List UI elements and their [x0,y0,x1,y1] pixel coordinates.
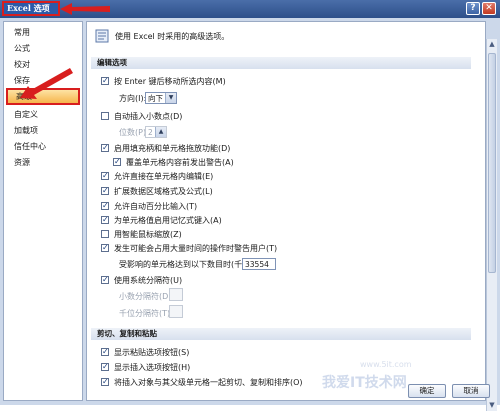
option-cut-copy-sort[interactable]: ✓ 将插入对象与其父级单元格一起剪切、复制和排序(O) [101,378,303,388]
ok-button[interactable]: 确定 [408,384,446,398]
direct-edit-checkbox[interactable]: ✓ [101,172,109,180]
option-paste-options[interactable]: ✓ 显示粘贴选项按钮(S) [101,348,189,358]
vertical-scrollbar[interactable]: ▲ ▼ [486,39,497,411]
sidebar-item-resources[interactable]: 资源 [6,156,80,169]
option-extend-formats[interactable]: ✓ 扩展数据区域格式及公式(L) [101,187,213,197]
sidebar-item-label: 资源 [14,158,30,167]
window-title: Excel 选项 [2,1,60,16]
cells-affected-input[interactable]: 33554 [242,258,276,270]
cut-copy-sort-checkbox[interactable]: ✓ [101,378,109,386]
options-dialog: 常用 公式 校对 保存 高级 自定义 加载项 信任中心 资源 使用 Excel … [0,18,500,411]
alert-slow-checkbox[interactable]: ✓ [101,244,109,252]
direction-label: 方向(I): [119,94,147,103]
advanced-options-icon [95,29,109,43]
sidebar-item-customize[interactable]: 自定义 [6,108,80,121]
option-intellimouse[interactable]: 用智能鼠标缩放(Z) [101,230,182,240]
sidebar-item-popular[interactable]: 常用 [6,26,80,39]
option-enter-move[interactable]: ✓ 按 Enter 键后移动所选内容(M) [101,77,226,87]
option-alert-slow[interactable]: ✓ 发生可能会占用大量时间的操作时警告用户(T) [101,244,277,254]
help-button[interactable]: ? [466,2,480,15]
decimal-places-spinner[interactable]: 2 ▲ [145,126,167,138]
cells-affected-label: 受影响的单元格达到以下数目时(千)(U): [119,260,261,269]
option-direct-edit[interactable]: ✓ 允许直接在单元格内编辑(E) [101,172,213,182]
system-separators-checkbox[interactable]: ✓ [101,276,109,284]
panel-title: 使用 Excel 时采用的高级选项。 [115,32,230,41]
scrollbar-thumb[interactable] [488,53,496,273]
sidebar-item-formulas[interactable]: 公式 [6,42,80,55]
panel-header: 使用 Excel 时采用的高级选项。 [91,28,471,44]
option-insert-options[interactable]: ✓ 显示插入选项按钮(H) [101,363,190,373]
auto-percent-checkbox[interactable]: ✓ [101,202,109,210]
sidebar-item-label: 公式 [14,44,30,53]
fill-handle-checkbox[interactable]: ✓ [101,144,109,152]
intellimouse-checkbox[interactable] [101,230,109,238]
option-fill-handle[interactable]: ✓ 启用填充柄和单元格拖放功能(D) [101,144,230,154]
autocomplete-checkbox[interactable]: ✓ [101,216,109,224]
auto-decimal-checkbox[interactable] [101,112,109,120]
section-clipboard: 剪切、复制和粘贴 [91,328,471,340]
option-autocomplete[interactable]: ✓ 为单元格值启用记忆式键入(A) [101,216,222,226]
annotation-arrow-advanced [20,68,73,99]
paste-options-checkbox[interactable]: ✓ [101,348,109,356]
thousands-separator-label: 千位分隔符(T): [119,309,173,318]
decimal-separator-label: 小数分隔符(D): [119,292,175,301]
spinner-icon[interactable]: ▲ [155,127,166,137]
sidebar-item-trust-center[interactable]: 信任中心 [6,140,80,153]
chevron-down-icon[interactable]: ▼ [165,93,176,103]
insert-options-checkbox[interactable]: ✓ [101,363,109,371]
option-auto-decimal[interactable]: 自动插入小数点(D) [101,112,182,122]
option-alert-overwrite[interactable]: ✓ 覆盖单元格内容前发出警告(A) [113,158,234,168]
enter-move-checkbox[interactable]: ✓ [101,77,109,85]
decimal-separator-input[interactable] [169,288,183,301]
title-bar: Excel 选项 ? ✕ [0,0,500,18]
extend-formats-checkbox[interactable]: ✓ [101,187,109,195]
watermark-text: 我爱IT技术网 [322,375,407,391]
sidebar-item-label: 常用 [14,28,30,37]
cancel-button[interactable]: 取消 [452,384,490,398]
sidebar-item-addins[interactable]: 加载项 [6,124,80,137]
sidebar-item-label: 加载项 [14,126,38,135]
section-editing: 编辑选项 [91,57,471,69]
option-system-separators[interactable]: ✓ 使用系统分隔符(U) [101,276,182,286]
alert-overwrite-checkbox[interactable]: ✓ [113,158,121,166]
option-auto-percent[interactable]: ✓ 允许自动百分比输入(T) [101,202,197,212]
watermark-url: www.5it.com [360,360,412,369]
annotation-arrow-title [60,3,110,15]
thousands-separator-input[interactable] [169,305,183,318]
advanced-options-panel: 使用 Excel 时采用的高级选项。 编辑选项 ✓ 按 Enter 键后移动所选内… [86,21,486,401]
sidebar-item-label: 信任中心 [14,142,46,151]
scroll-down-icon[interactable]: ▼ [487,400,497,411]
direction-select[interactable]: 向下 ▼ [145,92,177,104]
sidebar-item-label: 自定义 [14,110,38,119]
close-button[interactable]: ✕ [482,2,496,15]
scroll-up-icon[interactable]: ▲ [487,39,497,50]
